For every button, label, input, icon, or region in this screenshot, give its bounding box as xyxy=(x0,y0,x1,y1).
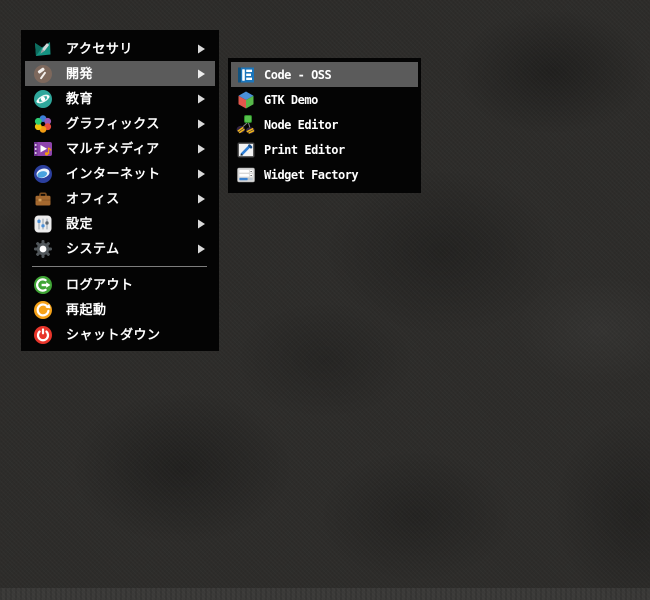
submenu-arrow-icon xyxy=(198,69,205,78)
shutdown-icon xyxy=(33,325,53,345)
submenu-arrow-icon xyxy=(198,94,205,103)
education-icon xyxy=(33,89,53,109)
code-oss-icon xyxy=(236,65,256,85)
submenu-item-label: Code - OSS xyxy=(264,67,332,82)
menu-item-accessories[interactable]: アクセサリ xyxy=(25,36,215,61)
menu-separator xyxy=(32,266,207,267)
submenu-item-gtk-demo[interactable]: GTK Demo xyxy=(231,87,418,112)
widget-factory-icon xyxy=(236,165,256,185)
submenu-arrow-icon xyxy=(198,244,205,253)
menu-item-label: グラフィックス xyxy=(66,116,160,131)
gtk-demo-icon xyxy=(236,90,256,110)
menu-item-label: 開発 xyxy=(66,66,94,81)
menu-item-office[interactable]: オフィス xyxy=(25,186,215,211)
submenu-item-widget-factory[interactable]: Widget Factory xyxy=(231,162,418,187)
development-icon xyxy=(33,64,53,84)
development-submenu: Code - OSS GTK Demo Node Editor Print Ed… xyxy=(228,58,421,193)
logout-icon xyxy=(33,275,53,295)
menu-item-shutdown[interactable]: シャットダウン xyxy=(25,322,215,347)
submenu-item-code-oss[interactable]: Code - OSS xyxy=(231,62,418,87)
root-menu: アクセサリ 開発 教育 グラフィックス マルチメディア インターネット オフィス… xyxy=(21,30,219,351)
restart-icon xyxy=(33,300,53,320)
submenu-arrow-icon xyxy=(198,219,205,228)
menu-item-label: マルチメディア xyxy=(66,141,160,156)
menu-item-logout[interactable]: ログアウト xyxy=(25,272,215,297)
menu-item-label: オフィス xyxy=(66,191,120,206)
submenu-arrow-icon xyxy=(198,144,205,153)
menu-item-development[interactable]: 開発 xyxy=(25,61,215,86)
menu-item-system[interactable]: システム xyxy=(25,236,215,261)
menu-item-label: 教育 xyxy=(66,91,94,106)
menu-item-label: インターネット xyxy=(66,166,161,181)
menu-item-settings[interactable]: 設定 xyxy=(25,211,215,236)
submenu-item-label: Node Editor xyxy=(264,117,338,132)
submenu-arrow-icon xyxy=(198,169,205,178)
desktop-background[interactable]: アクセサリ 開発 教育 グラフィックス マルチメディア インターネット オフィス… xyxy=(0,0,650,600)
menu-item-label: システム xyxy=(66,241,120,256)
menu-item-label: シャットダウン xyxy=(66,327,161,342)
submenu-item-label: GTK Demo xyxy=(264,92,318,107)
system-icon xyxy=(33,239,53,259)
node-editor-icon xyxy=(236,114,256,135)
accessories-icon xyxy=(33,39,53,59)
submenu-arrow-icon xyxy=(198,119,205,128)
menu-item-multimedia[interactable]: マルチメディア xyxy=(25,136,215,161)
menu-item-restart[interactable]: 再起動 xyxy=(25,297,215,322)
submenu-arrow-icon xyxy=(198,194,205,203)
menu-item-label: アクセサリ xyxy=(66,41,133,56)
menu-item-label: 設定 xyxy=(66,216,94,231)
office-icon xyxy=(33,189,53,209)
submenu-item-node-editor[interactable]: Node Editor xyxy=(231,112,418,137)
multimedia-icon xyxy=(33,139,53,159)
menu-item-graphics[interactable]: グラフィックス xyxy=(25,111,215,136)
menu-item-label: 再起動 xyxy=(66,302,107,317)
submenu-item-label: Widget Factory xyxy=(264,167,359,182)
submenu-item-print-editor[interactable]: Print Editor xyxy=(231,137,418,162)
menu-item-label: ログアウト xyxy=(66,277,134,292)
submenu-item-label: Print Editor xyxy=(264,142,345,157)
graphics-icon xyxy=(33,114,53,134)
menu-item-internet[interactable]: インターネット xyxy=(25,161,215,186)
print-editor-icon xyxy=(236,140,256,160)
menu-item-education[interactable]: 教育 xyxy=(25,86,215,111)
desktop-bottom-strip xyxy=(0,588,650,600)
settings-icon xyxy=(33,214,53,234)
internet-icon xyxy=(33,164,53,184)
submenu-arrow-icon xyxy=(198,44,205,53)
